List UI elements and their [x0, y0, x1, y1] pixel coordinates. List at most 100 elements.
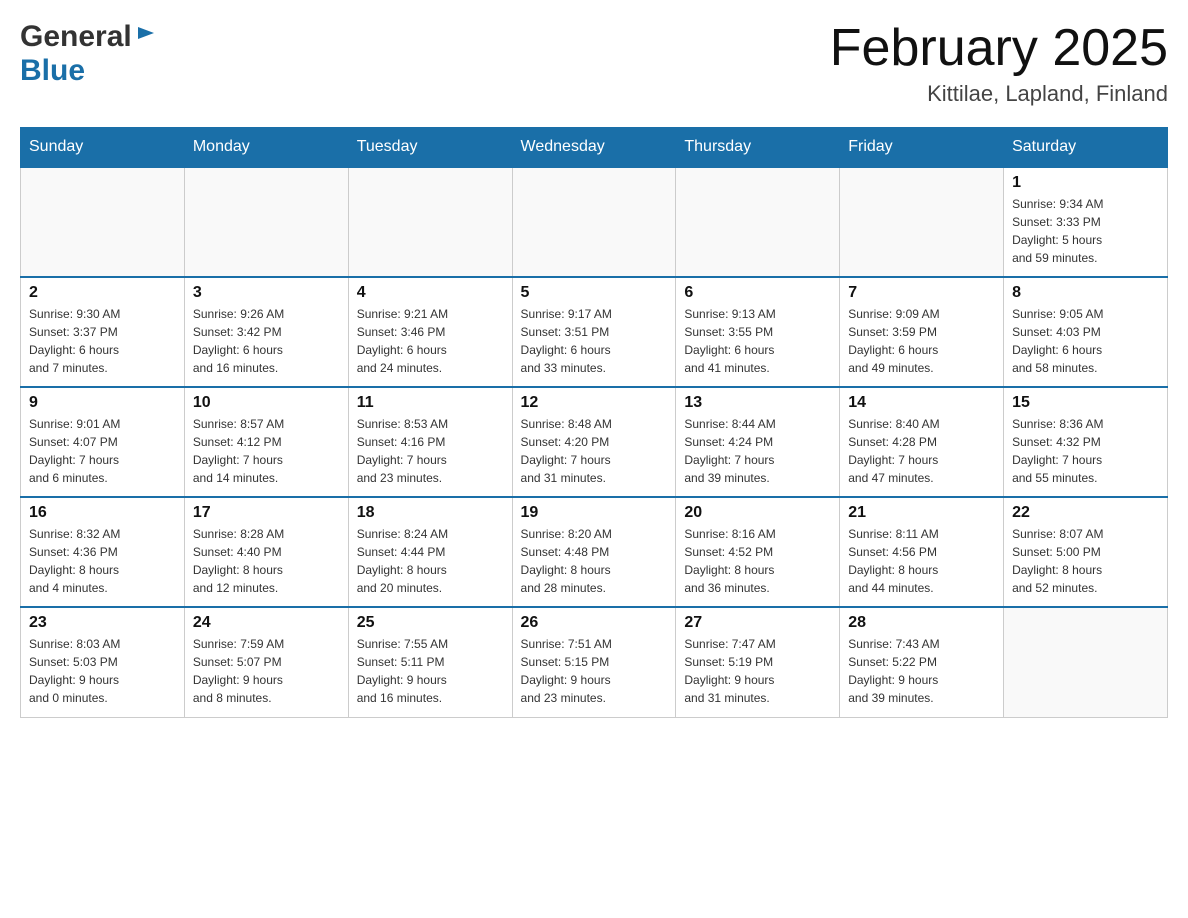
calendar-cell: 26 Sunrise: 7:51 AM Sunset: 5:15 PM Dayli…: [512, 607, 676, 717]
day-info: Sunrise: 9:01 AM Sunset: 4:07 PM Dayligh…: [29, 415, 176, 487]
day-number: 17: [193, 504, 340, 522]
day-number: 10: [193, 394, 340, 412]
calendar-cell: [512, 167, 676, 277]
weekday-header-thursday: Thursday: [676, 128, 840, 168]
day-number: 2: [29, 284, 176, 302]
page-header: General Blue February 2025 Kittilae, Lap…: [20, 20, 1168, 107]
calendar-cell: 14 Sunrise: 8:40 AM Sunset: 4:28 PM Dayli…: [840, 387, 1004, 497]
calendar-cell: 23 Sunrise: 8:03 AM Sunset: 5:03 PM Dayli…: [21, 607, 185, 717]
day-info: Sunrise: 9:34 AM Sunset: 3:33 PM Dayligh…: [1012, 195, 1159, 267]
calendar-cell: [676, 167, 840, 277]
day-number: 19: [521, 504, 668, 522]
calendar-cell: 9 Sunrise: 9:01 AM Sunset: 4:07 PM Daylig…: [21, 387, 185, 497]
calendar-cell: [1004, 607, 1168, 717]
day-number: 3: [193, 284, 340, 302]
calendar-cell: 25 Sunrise: 7:55 AM Sunset: 5:11 PM Dayli…: [348, 607, 512, 717]
day-info: Sunrise: 9:26 AM Sunset: 3:42 PM Dayligh…: [193, 305, 340, 377]
calendar-cell: 4 Sunrise: 9:21 AM Sunset: 3:46 PM Daylig…: [348, 277, 512, 387]
day-info: Sunrise: 7:55 AM Sunset: 5:11 PM Dayligh…: [357, 635, 504, 707]
day-info: Sunrise: 8:03 AM Sunset: 5:03 PM Dayligh…: [29, 635, 176, 707]
day-info: Sunrise: 7:43 AM Sunset: 5:22 PM Dayligh…: [848, 635, 995, 707]
logo-flag-icon: [134, 25, 156, 47]
logo-general-text: General: [20, 20, 132, 54]
day-number: 9: [29, 394, 176, 412]
calendar-cell: 2 Sunrise: 9:30 AM Sunset: 3:37 PM Daylig…: [21, 277, 185, 387]
calendar-cell: 1 Sunrise: 9:34 AM Sunset: 3:33 PM Daylig…: [1004, 167, 1168, 277]
day-number: 27: [684, 614, 831, 632]
calendar-cell: 3 Sunrise: 9:26 AM Sunset: 3:42 PM Daylig…: [184, 277, 348, 387]
day-number: 5: [521, 284, 668, 302]
day-info: Sunrise: 8:44 AM Sunset: 4:24 PM Dayligh…: [684, 415, 831, 487]
day-info: Sunrise: 8:20 AM Sunset: 4:48 PM Dayligh…: [521, 525, 668, 597]
calendar-cell: 11 Sunrise: 8:53 AM Sunset: 4:16 PM Dayli…: [348, 387, 512, 497]
weekday-header-tuesday: Tuesday: [348, 128, 512, 168]
day-info: Sunrise: 9:21 AM Sunset: 3:46 PM Dayligh…: [357, 305, 504, 377]
day-number: 15: [1012, 394, 1159, 412]
weekday-header-saturday: Saturday: [1004, 128, 1168, 168]
day-number: 24: [193, 614, 340, 632]
weekday-header-friday: Friday: [840, 128, 1004, 168]
calendar-cell: 17 Sunrise: 8:28 AM Sunset: 4:40 PM Dayli…: [184, 497, 348, 607]
day-number: 4: [357, 284, 504, 302]
calendar-cell: [184, 167, 348, 277]
calendar-cell: [348, 167, 512, 277]
day-number: 23: [29, 614, 176, 632]
day-number: 21: [848, 504, 995, 522]
day-info: Sunrise: 8:28 AM Sunset: 4:40 PM Dayligh…: [193, 525, 340, 597]
calendar-week-row: 1 Sunrise: 9:34 AM Sunset: 3:33 PM Daylig…: [21, 167, 1168, 277]
calendar-cell: 16 Sunrise: 8:32 AM Sunset: 4:36 PM Dayli…: [21, 497, 185, 607]
calendar-cell: 20 Sunrise: 8:16 AM Sunset: 4:52 PM Dayli…: [676, 497, 840, 607]
calendar-cell: [21, 167, 185, 277]
calendar-cell: 18 Sunrise: 8:24 AM Sunset: 4:44 PM Dayli…: [348, 497, 512, 607]
day-info: Sunrise: 8:48 AM Sunset: 4:20 PM Dayligh…: [521, 415, 668, 487]
day-number: 18: [357, 504, 504, 522]
day-number: 13: [684, 394, 831, 412]
day-number: 8: [1012, 284, 1159, 302]
location-subtitle: Kittilae, Lapland, Finland: [830, 81, 1168, 107]
day-number: 11: [357, 394, 504, 412]
calendar-cell: 21Sunrise: 8:11 AM Sunset: 4:56 PM Dayli…: [840, 497, 1004, 607]
day-info: Sunrise: 9:30 AM Sunset: 3:37 PM Dayligh…: [29, 305, 176, 377]
day-info: Sunrise: 9:05 AM Sunset: 4:03 PM Dayligh…: [1012, 305, 1159, 377]
day-info: Sunrise: 7:51 AM Sunset: 5:15 PM Dayligh…: [521, 635, 668, 707]
day-number: 7: [848, 284, 995, 302]
calendar-week-row: 2 Sunrise: 9:30 AM Sunset: 3:37 PM Daylig…: [21, 277, 1168, 387]
calendar-cell: 10Sunrise: 8:57 AM Sunset: 4:12 PM Dayli…: [184, 387, 348, 497]
day-info: Sunrise: 8:53 AM Sunset: 4:16 PM Dayligh…: [357, 415, 504, 487]
calendar-cell: 24 Sunrise: 7:59 AM Sunset: 5:07 PM Dayli…: [184, 607, 348, 717]
weekday-header-monday: Monday: [184, 128, 348, 168]
calendar-cell: 22 Sunrise: 8:07 AM Sunset: 5:00 PM Dayli…: [1004, 497, 1168, 607]
day-info: Sunrise: 7:59 AM Sunset: 5:07 PM Dayligh…: [193, 635, 340, 707]
day-number: 12: [521, 394, 668, 412]
calendar-week-row: 23 Sunrise: 8:03 AM Sunset: 5:03 PM Dayli…: [21, 607, 1168, 717]
day-info: Sunrise: 8:32 AM Sunset: 4:36 PM Dayligh…: [29, 525, 176, 597]
day-info: Sunrise: 8:36 AM Sunset: 4:32 PM Dayligh…: [1012, 415, 1159, 487]
day-info: Sunrise: 8:40 AM Sunset: 4:28 PM Dayligh…: [848, 415, 995, 487]
day-info: Sunrise: 8:07 AM Sunset: 5:00 PM Dayligh…: [1012, 525, 1159, 597]
day-number: 28: [848, 614, 995, 632]
month-year-title: February 2025: [830, 20, 1168, 77]
day-number: 16: [29, 504, 176, 522]
calendar-cell: 5 Sunrise: 9:17 AM Sunset: 3:51 PM Daylig…: [512, 277, 676, 387]
title-block: February 2025 Kittilae, Lapland, Finland: [830, 20, 1168, 107]
day-number: 1: [1012, 174, 1159, 192]
day-number: 25: [357, 614, 504, 632]
calendar-cell: 19 Sunrise: 8:20 AM Sunset: 4:48 PM Dayli…: [512, 497, 676, 607]
calendar-cell: 6Sunrise: 9:13 AM Sunset: 3:55 PM Daylig…: [676, 277, 840, 387]
day-info: Sunrise: 8:24 AM Sunset: 4:44 PM Dayligh…: [357, 525, 504, 597]
day-number: 22: [1012, 504, 1159, 522]
weekday-header-wednesday: Wednesday: [512, 128, 676, 168]
day-number: 14: [848, 394, 995, 412]
weekday-header-row: SundayMondayTuesdayWednesdayThursdayFrid…: [21, 128, 1168, 168]
day-number: 26: [521, 614, 668, 632]
day-info: Sunrise: 9:17 AM Sunset: 3:51 PM Dayligh…: [521, 305, 668, 377]
calendar-cell: [840, 167, 1004, 277]
calendar-week-row: 9 Sunrise: 9:01 AM Sunset: 4:07 PM Daylig…: [21, 387, 1168, 497]
calendar-cell: 27Sunrise: 7:47 AM Sunset: 5:19 PM Dayli…: [676, 607, 840, 717]
calendar-week-row: 16 Sunrise: 8:32 AM Sunset: 4:36 PM Dayli…: [21, 497, 1168, 607]
calendar-cell: 12 Sunrise: 8:48 AM Sunset: 4:20 PM Dayli…: [512, 387, 676, 497]
day-info: Sunrise: 8:16 AM Sunset: 4:52 PM Dayligh…: [684, 525, 831, 597]
day-number: 6: [684, 284, 831, 302]
day-number: 20: [684, 504, 831, 522]
weekday-header-sunday: Sunday: [21, 128, 185, 168]
